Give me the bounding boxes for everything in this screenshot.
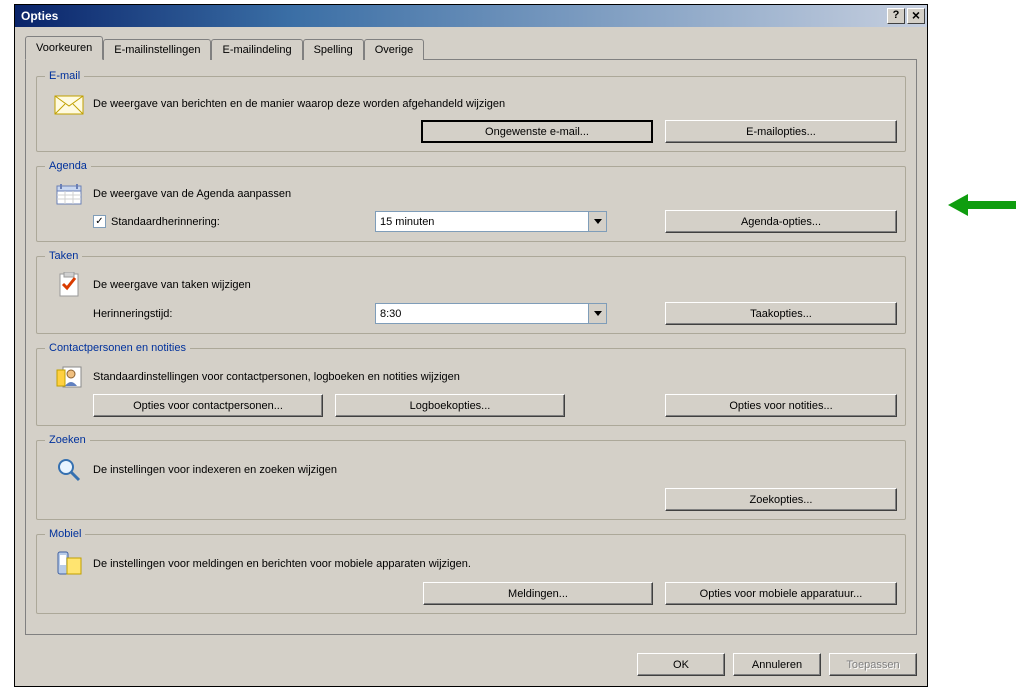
search-desc: De instellingen voor indexeren en zoeken… xyxy=(93,464,897,476)
mail-icon xyxy=(53,92,85,116)
group-tasks: Taken De weergave van taken wijzigen xyxy=(36,250,906,334)
tab-label: E-mailindeling xyxy=(222,44,291,56)
agenda-options-button[interactable]: Agenda-opties... xyxy=(665,210,897,233)
dropdown-button[interactable] xyxy=(588,212,606,231)
tab-emailindeling[interactable]: E-mailindeling xyxy=(211,39,302,60)
close-button[interactable]: × xyxy=(907,8,925,24)
junk-email-button[interactable]: Ongewenste e-mail... xyxy=(421,120,653,143)
mobile-options-button[interactable]: Opties voor mobiele apparatuur... xyxy=(665,582,897,605)
reminder-time-label: Herinneringstijd: xyxy=(93,308,363,320)
task-reminder-combo[interactable] xyxy=(375,303,607,324)
group-legend: Taken xyxy=(45,250,82,262)
mobile-icon xyxy=(55,550,83,578)
cancel-button[interactable]: Annuleren xyxy=(733,653,821,676)
contact-options-button[interactable]: Opties voor contactpersonen... xyxy=(93,394,323,417)
tab-label: Overige xyxy=(375,44,414,56)
tasks-desc: De weergave van taken wijzigen xyxy=(93,279,897,291)
group-legend: E-mail xyxy=(45,70,84,82)
group-mobile: Mobiel De instellingen voor meldingen en… xyxy=(36,528,906,614)
contacts-desc: Standaardinstellingen voor contactperson… xyxy=(93,371,897,383)
task-options-button[interactable]: Taakopties... xyxy=(665,302,897,325)
default-reminder-checkbox[interactable]: ✓ Standaardherinnering: xyxy=(93,215,220,228)
apply-button[interactable]: Toepassen xyxy=(829,653,917,676)
group-contacts: Contactpersonen en notities Standaardins… xyxy=(36,342,906,426)
tab-spelling[interactable]: Spelling xyxy=(303,39,364,60)
contact-icon xyxy=(55,364,83,390)
group-legend: Zoeken xyxy=(45,434,90,446)
email-options-button[interactable]: E-mailopties... xyxy=(665,120,897,143)
ok-button[interactable]: OK xyxy=(637,653,725,676)
tab-label: Voorkeuren xyxy=(36,42,92,54)
calendar-icon xyxy=(55,182,83,206)
mobile-desc: De instellingen voor meldingen en berich… xyxy=(93,558,897,570)
group-email: E-mail De weergave van berichten en de m… xyxy=(36,70,906,152)
notes-options-button[interactable]: Opties voor notities... xyxy=(665,394,897,417)
chevron-down-icon xyxy=(594,219,602,225)
window-title: Opties xyxy=(21,9,58,23)
group-legend: Agenda xyxy=(45,160,91,172)
chevron-down-icon xyxy=(594,311,602,317)
titlebar[interactable]: Opties ? × xyxy=(15,5,927,27)
tasks-icon xyxy=(56,272,82,298)
dialog-button-row: OK Annuleren Toepassen xyxy=(15,645,927,686)
annotation-arrow-icon xyxy=(946,190,1018,220)
journal-options-button[interactable]: Logboekopties... xyxy=(335,394,565,417)
group-legend: Mobiel xyxy=(45,528,85,540)
reminder-time-combo[interactable] xyxy=(375,211,607,232)
dropdown-button[interactable] xyxy=(588,304,606,323)
help-button[interactable]: ? xyxy=(887,8,905,24)
group-agenda: Agenda xyxy=(36,160,906,242)
task-reminder-input[interactable] xyxy=(376,304,588,323)
notifications-button[interactable]: Meldingen... xyxy=(423,582,653,605)
agenda-desc: De weergave van de Agenda aanpassen xyxy=(93,188,897,200)
tab-label: Spelling xyxy=(314,44,353,56)
tab-voorkeuren[interactable]: Voorkeuren xyxy=(25,36,103,60)
group-legend: Contactpersonen en notities xyxy=(45,342,190,354)
group-search: Zoeken De instellingen voor indexeren en… xyxy=(36,434,906,520)
tab-overige[interactable]: Overige xyxy=(364,39,425,60)
tab-strip: Voorkeuren E-mailinstellingen E-mailinde… xyxy=(25,36,917,60)
reminder-time-input[interactable] xyxy=(376,212,588,231)
magnifier-icon xyxy=(55,456,83,484)
email-desc: De weergave van berichten en de manier w… xyxy=(93,98,897,110)
checkbox-label: Standaardherinnering: xyxy=(111,216,220,228)
checkbox-box: ✓ xyxy=(93,215,106,228)
search-options-button[interactable]: Zoekopties... xyxy=(665,488,897,511)
tab-label: E-mailinstellingen xyxy=(114,44,200,56)
options-dialog: Opties ? × Voorkeuren E-mailinstellingen… xyxy=(14,4,928,687)
tab-panel: E-mail De weergave van berichten en de m… xyxy=(25,59,917,635)
tab-emailinstellingen[interactable]: E-mailinstellingen xyxy=(103,39,211,60)
